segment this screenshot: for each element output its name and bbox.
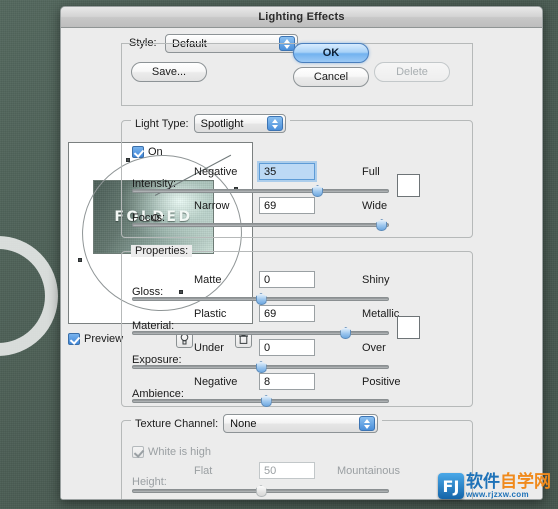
watermark-title-blue: 软件 <box>466 471 500 492</box>
exposure-max-label: Over <box>362 342 386 354</box>
intensity-max-label: Full <box>362 166 380 178</box>
texture-channel-legend-label: Texture Channel: <box>135 417 219 430</box>
watermark-url: www.rjzxw.com <box>466 489 529 499</box>
checkbox-box-icon <box>68 333 80 345</box>
chevron-updown-icon <box>359 416 376 431</box>
height-input[interactable]: 50 <box>259 462 315 479</box>
height-slider[interactable] <box>132 485 389 497</box>
intensity-min-label: Negative <box>194 166 238 178</box>
ambience-input[interactable]: 8 <box>259 373 315 390</box>
save-style-button[interactable]: Save... <box>131 62 207 82</box>
site-watermark: FJ 软件自学网 www.rjzxw.com <box>438 466 556 506</box>
texture-channel-popup-button[interactable]: None <box>223 414 379 433</box>
ambience-min-label: Negative <box>194 376 238 388</box>
properties-group: Properties: Gloss: Matte Shiny 0 Materia… <box>121 245 473 407</box>
delete-style-button[interactable]: Delete <box>374 62 450 82</box>
dialog-body: Style: Default Save... Delete OK Cancel … <box>61 29 542 499</box>
material-max-label: Metallic <box>362 308 400 320</box>
intensity-input[interactable]: 35 <box>259 163 315 180</box>
light-on-checkbox[interactable]: On <box>132 146 163 158</box>
slider-thumb[interactable] <box>255 485 267 497</box>
light-type-legend: Light Type: Spotlight <box>131 114 290 133</box>
light-type-popup-button[interactable]: Spotlight <box>193 114 286 133</box>
intensity-slider[interactable] <box>132 185 389 197</box>
slider-thumb[interactable] <box>255 293 267 305</box>
height-max-label: Mountainous <box>337 465 400 477</box>
dialog-titlebar[interactable]: Lighting Effects <box>61 7 542 28</box>
exposure-input[interactable]: 0 <box>259 339 315 356</box>
gloss-max-label: Shiny <box>362 274 390 286</box>
gloss-input[interactable]: 0 <box>259 271 315 288</box>
properties-legend: Properties: <box>131 245 193 257</box>
focus-input[interactable]: 69 <box>259 197 315 214</box>
ambience-slider[interactable] <box>132 395 389 407</box>
white-is-high-checkbox[interactable]: White is high <box>132 446 211 458</box>
slider-track <box>132 223 389 227</box>
lighting-effects-dialog: Lighting Effects Style: Default Save... … <box>60 6 543 500</box>
properties-color-swatch[interactable] <box>397 316 420 339</box>
slider-thumb[interactable] <box>255 361 267 373</box>
light-type-selected-value: Spotlight <box>200 117 244 130</box>
watermark-title: 软件自学网 <box>466 471 551 492</box>
material-min-label: Plastic <box>194 308 227 320</box>
slider-thumb[interactable] <box>376 219 388 231</box>
slider-thumb[interactable] <box>260 395 272 407</box>
gloss-min-label: Matte <box>194 274 222 286</box>
texture-channel-legend: Texture Channel: None <box>131 414 383 433</box>
focus-slider[interactable] <box>132 219 389 231</box>
dialog-title: Lighting Effects <box>258 11 345 23</box>
exposure-slider[interactable] <box>132 361 389 373</box>
slider-track <box>132 189 389 193</box>
watermark-text: 软件自学网 www.rjzxw.com <box>466 471 551 499</box>
watermark-logo-badge: FJ <box>438 473 464 499</box>
slider-thumb[interactable] <box>340 327 352 339</box>
chevron-updown-icon <box>266 116 283 131</box>
material-slider[interactable] <box>132 327 389 339</box>
ambience-max-label: Positive <box>362 376 401 388</box>
focus-max-label: Wide <box>362 200 388 212</box>
properties-legend-label: Properties: <box>135 245 189 257</box>
height-min-label: Flat <box>194 465 213 477</box>
light-type-legend-label: Light Type: <box>135 117 189 130</box>
ellipse-handle-left[interactable] <box>78 258 82 262</box>
checkbox-box-icon <box>132 146 144 158</box>
light-type-group: Light Type: Spotlight On Intensity: Nega… <box>121 114 473 238</box>
style-group-bottom-rule <box>121 105 473 106</box>
preview-checkbox[interactable]: Preview <box>68 333 123 345</box>
light-color-swatch[interactable] <box>397 174 420 197</box>
checkbox-box-icon <box>132 446 144 458</box>
texture-channel-group: Texture Channel: None White is high Heig… <box>121 414 473 499</box>
preview-checkbox-label: Preview <box>84 333 124 345</box>
material-input[interactable]: 69 <box>259 305 315 322</box>
white-is-high-label: White is high <box>148 446 211 458</box>
cancel-button[interactable]: Cancel <box>293 67 369 87</box>
style-group-right-rule <box>472 43 473 105</box>
style-group-top-left-rule <box>121 43 299 44</box>
light-on-label: On <box>148 146 163 158</box>
gloss-slider[interactable] <box>132 293 389 305</box>
ok-button[interactable]: OK <box>293 43 369 63</box>
texture-channel-selected-value: None <box>230 417 257 430</box>
slider-track <box>132 399 389 403</box>
focus-min-label: Narrow <box>194 200 230 212</box>
slider-thumb[interactable] <box>312 185 324 197</box>
style-group-left-rule <box>121 43 122 105</box>
watermark-title-orange: 自学网 <box>500 471 551 492</box>
exposure-min-label: Under <box>194 342 224 354</box>
